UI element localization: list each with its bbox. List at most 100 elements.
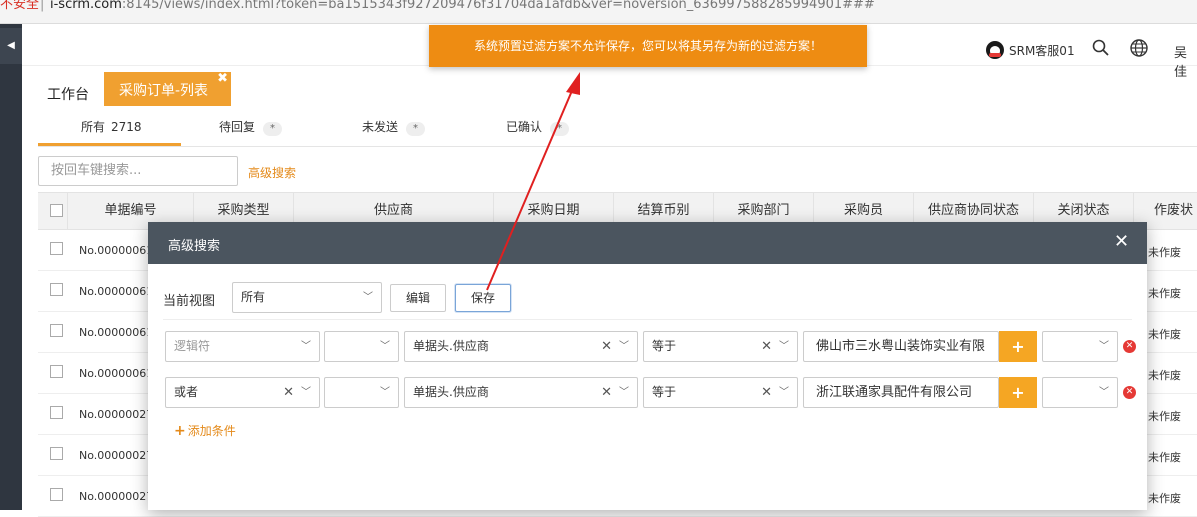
status-tab-pending-reply[interactable]: 待回复 * [219,118,283,136]
close-bracket-select[interactable]: ﹀ [1042,377,1118,408]
logic-placeholder: 逻辑符 [174,339,211,353]
row-doc-no[interactable]: No.00000027 [79,408,153,421]
delete-condition-icon[interactable]: ✕ [1123,340,1136,353]
operator-value: 等于 [652,339,677,353]
advanced-search-link[interactable]: 高级搜索 [248,164,296,181]
clear-icon[interactable]: ✕ [761,378,772,407]
row-checkbox[interactable] [50,283,63,296]
toast-message: 系统预置过滤方案不允许保存，您可以将其另存为新的过滤方案！ [429,25,867,67]
add-value-button[interactable]: + [999,377,1037,408]
add-condition-link[interactable]: + 添加条件 [174,422,236,439]
chevron-down-icon: ﹀ [1099,387,1109,398]
row-void-status: 未作废 [1148,369,1181,382]
status-tab-all[interactable]: 所有 2718 [81,118,142,135]
logic-select[interactable]: 或者 ✕ ﹀ [165,377,320,408]
current-view-label: 当前视图 [163,294,216,309]
add-condition-label: 添加条件 [187,424,236,438]
view-select[interactable]: 所有 ﹀ [232,282,382,313]
search-icon[interactable] [1091,38,1111,58]
bracket-select[interactable]: ﹀ [324,377,399,408]
security-warning[interactable]: 不安全 [0,0,39,12]
chevron-down-icon: ﹀ [363,292,373,303]
row-doc-no[interactable]: No.00000061 [79,244,153,257]
chevron-down-icon: ﹀ [301,341,311,352]
status-tab-label: 所有 [81,120,106,134]
add-value-button[interactable]: + [999,331,1037,362]
chevron-down-icon: ﹀ [301,387,311,398]
row-void-status: 未作废 [1148,410,1181,423]
row-checkbox[interactable] [50,324,63,337]
divider [163,319,1132,320]
status-tab-badge: * [263,122,283,136]
row-doc-no[interactable]: No.00000061 [79,367,153,380]
dialog-header: 高级搜索 ✕ [148,222,1147,264]
address-bar[interactable]: 不安全 | i-scrm.com:8145/views/index.html?t… [0,0,1197,24]
search-input[interactable]: 按回车键搜索... [38,156,238,186]
clear-icon[interactable]: ✕ [761,332,772,361]
status-tabs: 所有 2718 待回复 * 未发送 * 已确认 * [38,106,1197,147]
status-tab-count: 2718 [111,120,142,134]
delete-condition-icon[interactable]: ✕ [1123,386,1136,399]
dialog-title: 高级搜索 [168,239,221,254]
advanced-search-dialog: 高级搜索 ✕ 当前视图 所有 ﹀ 编辑 保存 逻辑符 ﹀ ﹀ 单据头.供应商 ✕… [148,222,1147,510]
save-button[interactable]: 保存 [455,284,511,312]
clear-icon[interactable]: ✕ [601,378,612,407]
chevron-down-icon: ﹀ [619,387,629,398]
select-all-checkbox[interactable] [50,204,63,217]
status-tab-unsent[interactable]: 未发送 * [362,118,426,136]
clear-icon[interactable]: ✕ [283,378,294,407]
chevron-down-icon: ﹀ [380,387,390,398]
status-tab-badge: * [550,122,570,136]
close-tab-icon[interactable]: ✖ [217,60,228,98]
sidebar-toggle-icon[interactable]: ◀ [0,28,22,64]
row-void-status: 未作废 [1148,328,1181,341]
logic-select[interactable]: 逻辑符 ﹀ [165,331,320,362]
value-input[interactable]: 佛山市三水粤山装饰实业有限 [803,331,999,362]
row-checkbox[interactable] [50,447,63,460]
address-separator: | [40,0,45,12]
status-tab-label: 已确认 [506,120,543,134]
chevron-down-icon: ﹀ [380,341,390,352]
close-icon[interactable]: ✕ [1114,232,1129,252]
row-checkbox[interactable] [50,365,63,378]
value-input[interactable]: 浙江联通家具配件有限公司 [803,377,999,408]
row-checkbox[interactable] [50,242,63,255]
status-tab-label: 待回复 [219,120,256,134]
active-tab-underline [38,143,181,146]
user-display-name[interactable]: 吴佳 [1174,42,1197,80]
sidebar-strip: ◀ [0,24,22,510]
chevron-down-icon: ﹀ [619,341,629,352]
clear-icon[interactable]: ✕ [601,332,612,361]
row-doc-no[interactable]: No.00000027 [79,449,153,462]
status-tab-confirmed[interactable]: 已确认 * [506,118,570,136]
status-tab-label: 未发送 [362,120,399,134]
edit-button[interactable]: 编辑 [390,284,446,312]
status-tab-badge: * [406,122,426,136]
row-doc-no[interactable]: No.00000061 [79,326,153,339]
globe-icon[interactable] [1129,38,1149,58]
bracket-select[interactable]: ﹀ [324,331,399,362]
field-select[interactable]: 单据头.供应商 ✕ ﹀ [404,331,638,362]
row-doc-no[interactable]: No.00000027 [79,490,153,503]
url-path: :8145/views/index.html?token=ba1515343f9… [121,0,875,12]
operator-select[interactable]: 等于 ✕ ﹀ [643,377,798,408]
logic-value: 或者 [174,385,199,399]
tab-purchase-order-list[interactable]: 采购订单-列表 ✖ [104,71,231,106]
close-bracket-select[interactable]: ﹀ [1042,331,1118,362]
chevron-down-icon: ﹀ [1099,341,1109,352]
chevron-down-icon: ﹀ [779,341,789,352]
operator-select[interactable]: 等于 ✕ ﹀ [643,331,798,362]
field-select[interactable]: 单据头.供应商 ✕ ﹀ [404,377,638,408]
plus-icon: + [174,423,186,439]
row-void-status: 未作废 [1148,451,1181,464]
row-void-status: 未作废 [1148,492,1181,505]
user-name: SRM客服01 [1009,43,1075,58]
row-doc-no[interactable]: No.00000061 [79,285,153,298]
url-text[interactable]: i-scrm.com:8145/views/index.html?token=b… [50,0,875,12]
row-checkbox[interactable] [50,406,63,419]
tab-workbench[interactable]: 工作台 [47,84,89,104]
qq-icon [986,41,1004,59]
tab-label: 采购订单-列表 [119,83,209,99]
row-checkbox[interactable] [50,488,63,501]
user-menu[interactable]: SRM客服01 [986,40,1075,60]
